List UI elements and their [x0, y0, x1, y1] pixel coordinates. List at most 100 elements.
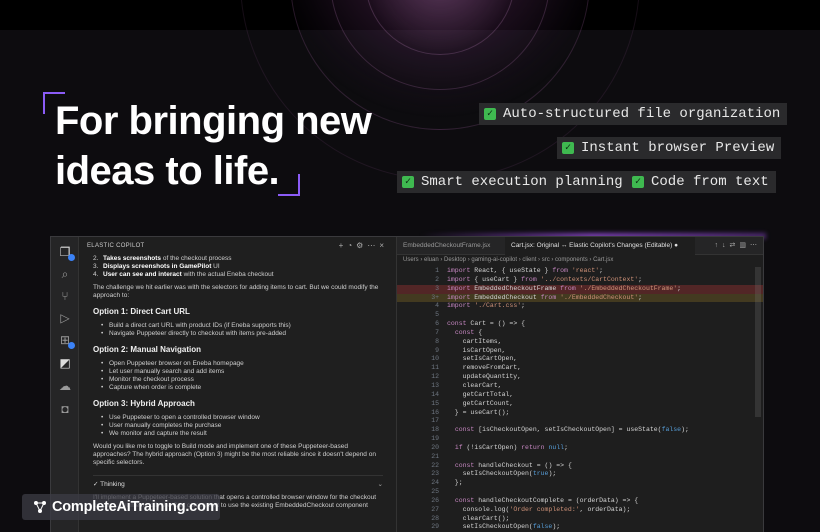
- line-number: 17: [431, 417, 439, 425]
- ide-window: ❐ ⌕ ⑂ ▷ ⊞ ◩ ☁ ◘ ELASTIC COPILOT +◔⚙⋯× 2.…: [50, 236, 764, 532]
- line-number: 27: [431, 505, 439, 513]
- tab-embedded-checkout-frame[interactable]: EmbeddedCheckoutFrame.jsx: [397, 237, 501, 255]
- code-line[interactable]: 26 const handleCheckoutComplete = (order…: [397, 496, 763, 506]
- code-text: import { useCart } from '../contexts/Car…: [447, 275, 643, 283]
- more-icon[interactable]: ⋯: [367, 241, 379, 250]
- code-text: setIsCheckoutOpen(false);: [447, 523, 561, 531]
- close-icon[interactable]: ×: [379, 241, 388, 250]
- settings-icon[interactable]: ⚙: [356, 241, 367, 250]
- code-line[interactable]: 18 const [isCheckoutOpen, setIsCheckoutO…: [397, 426, 763, 435]
- code-line[interactable]: 22 const handleCheckout = () => {: [397, 461, 763, 471]
- code-line[interactable]: 3+ import EmbeddedCheckout from './Embedd…: [397, 293, 763, 303]
- list-item: User manually completes the purchase: [93, 422, 383, 430]
- code-text: import './Cart.css';: [447, 302, 526, 310]
- code-lines[interactable]: 1 import React, { useState } from 'react'…: [397, 267, 763, 532]
- code-line[interactable]: 20 if (!isCartOpen) return null;: [397, 443, 763, 453]
- chat-message: 2. Takes screenshots of the checkout proc…: [93, 255, 383, 510]
- code-text: if (!isCartOpen) return null;: [454, 443, 568, 451]
- option-heading: Option 1: Direct Cart URL: [93, 307, 190, 316]
- search-icon[interactable]: ⌕: [58, 267, 72, 281]
- list-item: Let user manually search and add items: [93, 368, 383, 376]
- line-number: 6: [435, 320, 439, 328]
- code-line[interactable]: 25: [397, 488, 763, 497]
- thinking-toggle[interactable]: ✓ Thinking ⌄: [93, 475, 383, 489]
- chat-toolbar: +◔⚙⋯×: [339, 241, 388, 250]
- code-line[interactable]: 13 clearCart,: [397, 382, 763, 391]
- code-text: getCartTotal,: [447, 390, 514, 398]
- code-line[interactable]: 10 setIsCartOpen,: [397, 355, 763, 364]
- code-line[interactable]: 9 isCartOpen,: [397, 347, 763, 356]
- code-line[interactable]: 27 console.log('Order completed:', order…: [397, 505, 763, 515]
- source-control-icon[interactable]: ⑂: [58, 289, 72, 303]
- code-text: getCartCount,: [447, 399, 514, 407]
- list-item: Navigate Puppeteer directly to checkout …: [93, 330, 383, 338]
- line-number: 11: [431, 364, 439, 372]
- code-line[interactable]: 11 removeFromCart,: [397, 364, 763, 373]
- tab-cart-diff[interactable]: Cart.jsx: Original ↔ Elastic Copilot's C…: [505, 237, 695, 255]
- copilot-icon[interactable]: ◩: [58, 356, 72, 370]
- run-debug-icon[interactable]: ▷: [58, 311, 72, 325]
- code-line[interactable]: 21: [397, 452, 763, 462]
- code-line[interactable]: 19: [397, 435, 763, 444]
- robot-icon[interactable]: ◘: [58, 402, 72, 416]
- code-line[interactable]: 16 } = useCart();: [397, 409, 763, 418]
- feature-label: Code from text: [651, 174, 769, 190]
- code-line[interactable]: 23 setIsCheckoutOpen(true);: [397, 470, 763, 479]
- code-text: const {: [454, 328, 483, 336]
- code-line[interactable]: 5: [397, 311, 763, 320]
- line-number: 29: [431, 523, 439, 531]
- activity-bar: ❐ ⌕ ⑂ ▷ ⊞ ◩ ☁ ◘: [51, 237, 79, 532]
- code-line[interactable]: 29 setIsCheckoutOpen(false);: [397, 523, 763, 532]
- list-item: Monitor the checkout process: [93, 376, 383, 384]
- cloud-icon[interactable]: ☁: [58, 379, 72, 393]
- code-line[interactable]: 7 const {: [397, 328, 763, 338]
- brand-text: CompleteAiTraining.com: [52, 499, 219, 515]
- code-text: const Cart = () => {: [447, 320, 526, 328]
- thinking-label: Thinking: [100, 481, 125, 488]
- files-badge: [68, 254, 75, 261]
- line-number: 26: [431, 496, 439, 504]
- list-item: We monitor and capture the result: [93, 430, 383, 438]
- arrow-up-icon[interactable]: ↑: [715, 242, 723, 249]
- extensions-badge: [68, 342, 75, 349]
- arrow-down-icon[interactable]: ↓: [722, 242, 730, 249]
- more-icon[interactable]: ⋯: [750, 242, 761, 249]
- code-line[interactable]: 17: [397, 417, 763, 426]
- line-number: 14: [431, 390, 439, 398]
- line-number: 21: [431, 452, 439, 460]
- unsaved-dot-icon: ●: [674, 242, 679, 249]
- watermark-brand: CompleteAiTraining.com: [22, 494, 220, 520]
- code-line[interactable]: 12 updateQuantity,: [397, 373, 763, 382]
- feature-badge-code-from-text: ✓ Code from text: [627, 171, 776, 193]
- add-icon[interactable]: +: [339, 241, 348, 250]
- code-line[interactable]: 2 import { useCart } from '../contexts/Ca…: [397, 275, 763, 285]
- breadcrumb[interactable]: Users › eluan › Desktop › gaming-ai-copi…: [403, 257, 613, 263]
- code-line[interactable]: 6 const Cart = () => {: [397, 320, 763, 329]
- code-text: const handleCheckoutComplete = (orderDat…: [454, 496, 639, 504]
- top-band: [0, 0, 820, 30]
- scrollbar[interactable]: [755, 267, 761, 417]
- list-item: 3. Displays screenshots in GamePilot UI: [93, 263, 220, 270]
- line-number: 19: [431, 435, 439, 443]
- code-text: const [isCheckoutOpen, setIsCheckoutOpen…: [454, 426, 689, 434]
- code-line[interactable]: 28 clearCart();: [397, 515, 763, 524]
- split-icon[interactable]: ▥: [739, 242, 750, 249]
- code-line[interactable]: 3 import EmbeddedCheckoutFrame from './Em…: [397, 284, 763, 294]
- code-line[interactable]: 24 };: [397, 479, 763, 488]
- code-text: import EmbeddedCheckout from './Embedded…: [447, 293, 643, 301]
- code-line[interactable]: 1 import React, { useState } from 'react'…: [397, 267, 763, 276]
- checkmark-icon: ✓: [402, 176, 414, 188]
- line-number: 20: [431, 443, 439, 451]
- code-text: updateQuantity,: [447, 373, 522, 381]
- code-line[interactable]: 15 getCartCount,: [397, 399, 763, 409]
- code-line[interactable]: 4 import './Cart.css';: [397, 302, 763, 311]
- code-text: import React, { useState } from 'react';: [447, 267, 604, 274]
- chevron-down-icon: ⌄: [377, 481, 383, 488]
- code-line[interactable]: 14 getCartTotal,: [397, 390, 763, 400]
- code-line[interactable]: 8 cartItems,: [397, 338, 763, 347]
- code-text: const handleCheckout = () => {: [454, 461, 572, 469]
- history-icon[interactable]: ◔: [347, 241, 356, 250]
- list-item: 2. Takes screenshots of the checkout proc…: [93, 255, 232, 262]
- code-text: console.log('Order completed:', orderDat…: [447, 505, 631, 513]
- swap-icon[interactable]: ⇄: [730, 242, 740, 249]
